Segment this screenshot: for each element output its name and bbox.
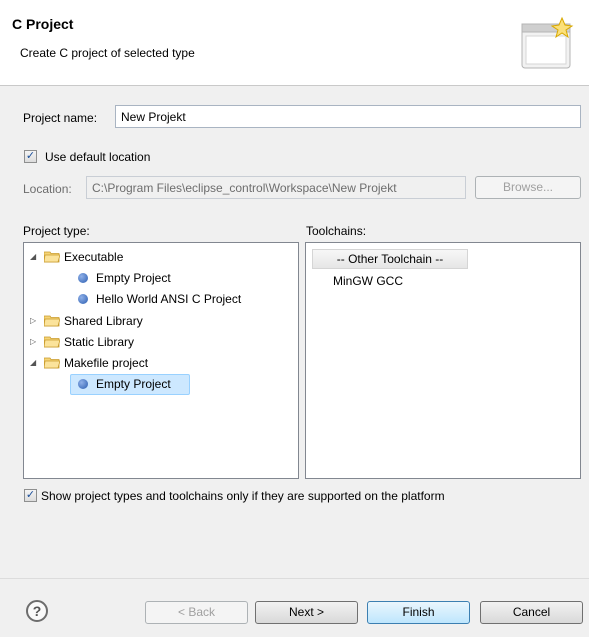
tree-item-label: Hello World ANSI C Project bbox=[96, 292, 242, 306]
project-type-icon bbox=[78, 273, 88, 283]
location-label: Location: bbox=[23, 182, 72, 196]
project-name-input[interactable]: New Projekt bbox=[115, 105, 581, 128]
toolchains-list[interactable]: -- Other Toolchain -- MinGW GCC bbox=[305, 242, 581, 479]
page-title: C Project bbox=[12, 16, 74, 32]
folder-icon bbox=[44, 357, 60, 369]
finish-button[interactable]: Finish bbox=[367, 601, 470, 624]
tree-item-label: Shared Library bbox=[64, 314, 143, 328]
tree-item-label: Makefile project bbox=[64, 356, 149, 370]
folder-icon bbox=[44, 315, 60, 327]
use-default-location-checkbox[interactable]: ✓ bbox=[24, 150, 37, 163]
tree-item-label: Empty Project bbox=[96, 271, 171, 285]
expanded-arrow-icon[interactable]: ◢ bbox=[30, 252, 40, 262]
project-name-label: Project name: bbox=[23, 111, 98, 125]
wizard-header: C Project Create C project of selected t… bbox=[0, 0, 589, 86]
help-icon[interactable]: ? bbox=[26, 600, 48, 622]
cancel-button[interactable]: Cancel bbox=[480, 601, 583, 624]
collapsed-arrow-icon[interactable]: ▷ bbox=[30, 316, 40, 326]
show-supported-label: Show project types and toolchains only i… bbox=[41, 489, 445, 503]
footer-separator bbox=[0, 578, 589, 579]
page-description: Create C project of selected type bbox=[20, 46, 195, 60]
browse-button[interactable]: Browse... bbox=[475, 176, 581, 199]
wizard-banner-icon bbox=[521, 16, 574, 69]
project-type-icon bbox=[78, 294, 88, 304]
toolchain-item-mingw[interactable]: MinGW GCC bbox=[333, 271, 403, 291]
back-button[interactable]: < Back bbox=[145, 601, 248, 624]
location-input[interactable]: C:\Program Files\eclipse_control\Workspa… bbox=[86, 176, 466, 199]
project-type-tree[interactable]: ◢ Executable Empty Project Hello World A… bbox=[23, 242, 299, 479]
show-supported-checkbox[interactable]: ✓ bbox=[24, 489, 37, 502]
tree-item-label: Executable bbox=[64, 250, 124, 264]
tree-item-label: Empty Project bbox=[96, 377, 171, 391]
folder-icon bbox=[44, 336, 60, 348]
toolchains-label: Toolchains: bbox=[306, 224, 367, 238]
folder-icon bbox=[44, 251, 60, 263]
collapsed-arrow-icon[interactable]: ▷ bbox=[30, 337, 40, 347]
tree-item-label: Static Library bbox=[64, 335, 135, 349]
project-type-icon bbox=[78, 379, 88, 389]
next-button[interactable]: Next > bbox=[255, 601, 358, 624]
expanded-arrow-icon[interactable]: ◢ bbox=[30, 358, 40, 368]
use-default-location-label: Use default location bbox=[45, 150, 151, 164]
toolchain-item-other[interactable]: -- Other Toolchain -- bbox=[312, 249, 468, 269]
project-type-label: Project type: bbox=[23, 224, 90, 238]
